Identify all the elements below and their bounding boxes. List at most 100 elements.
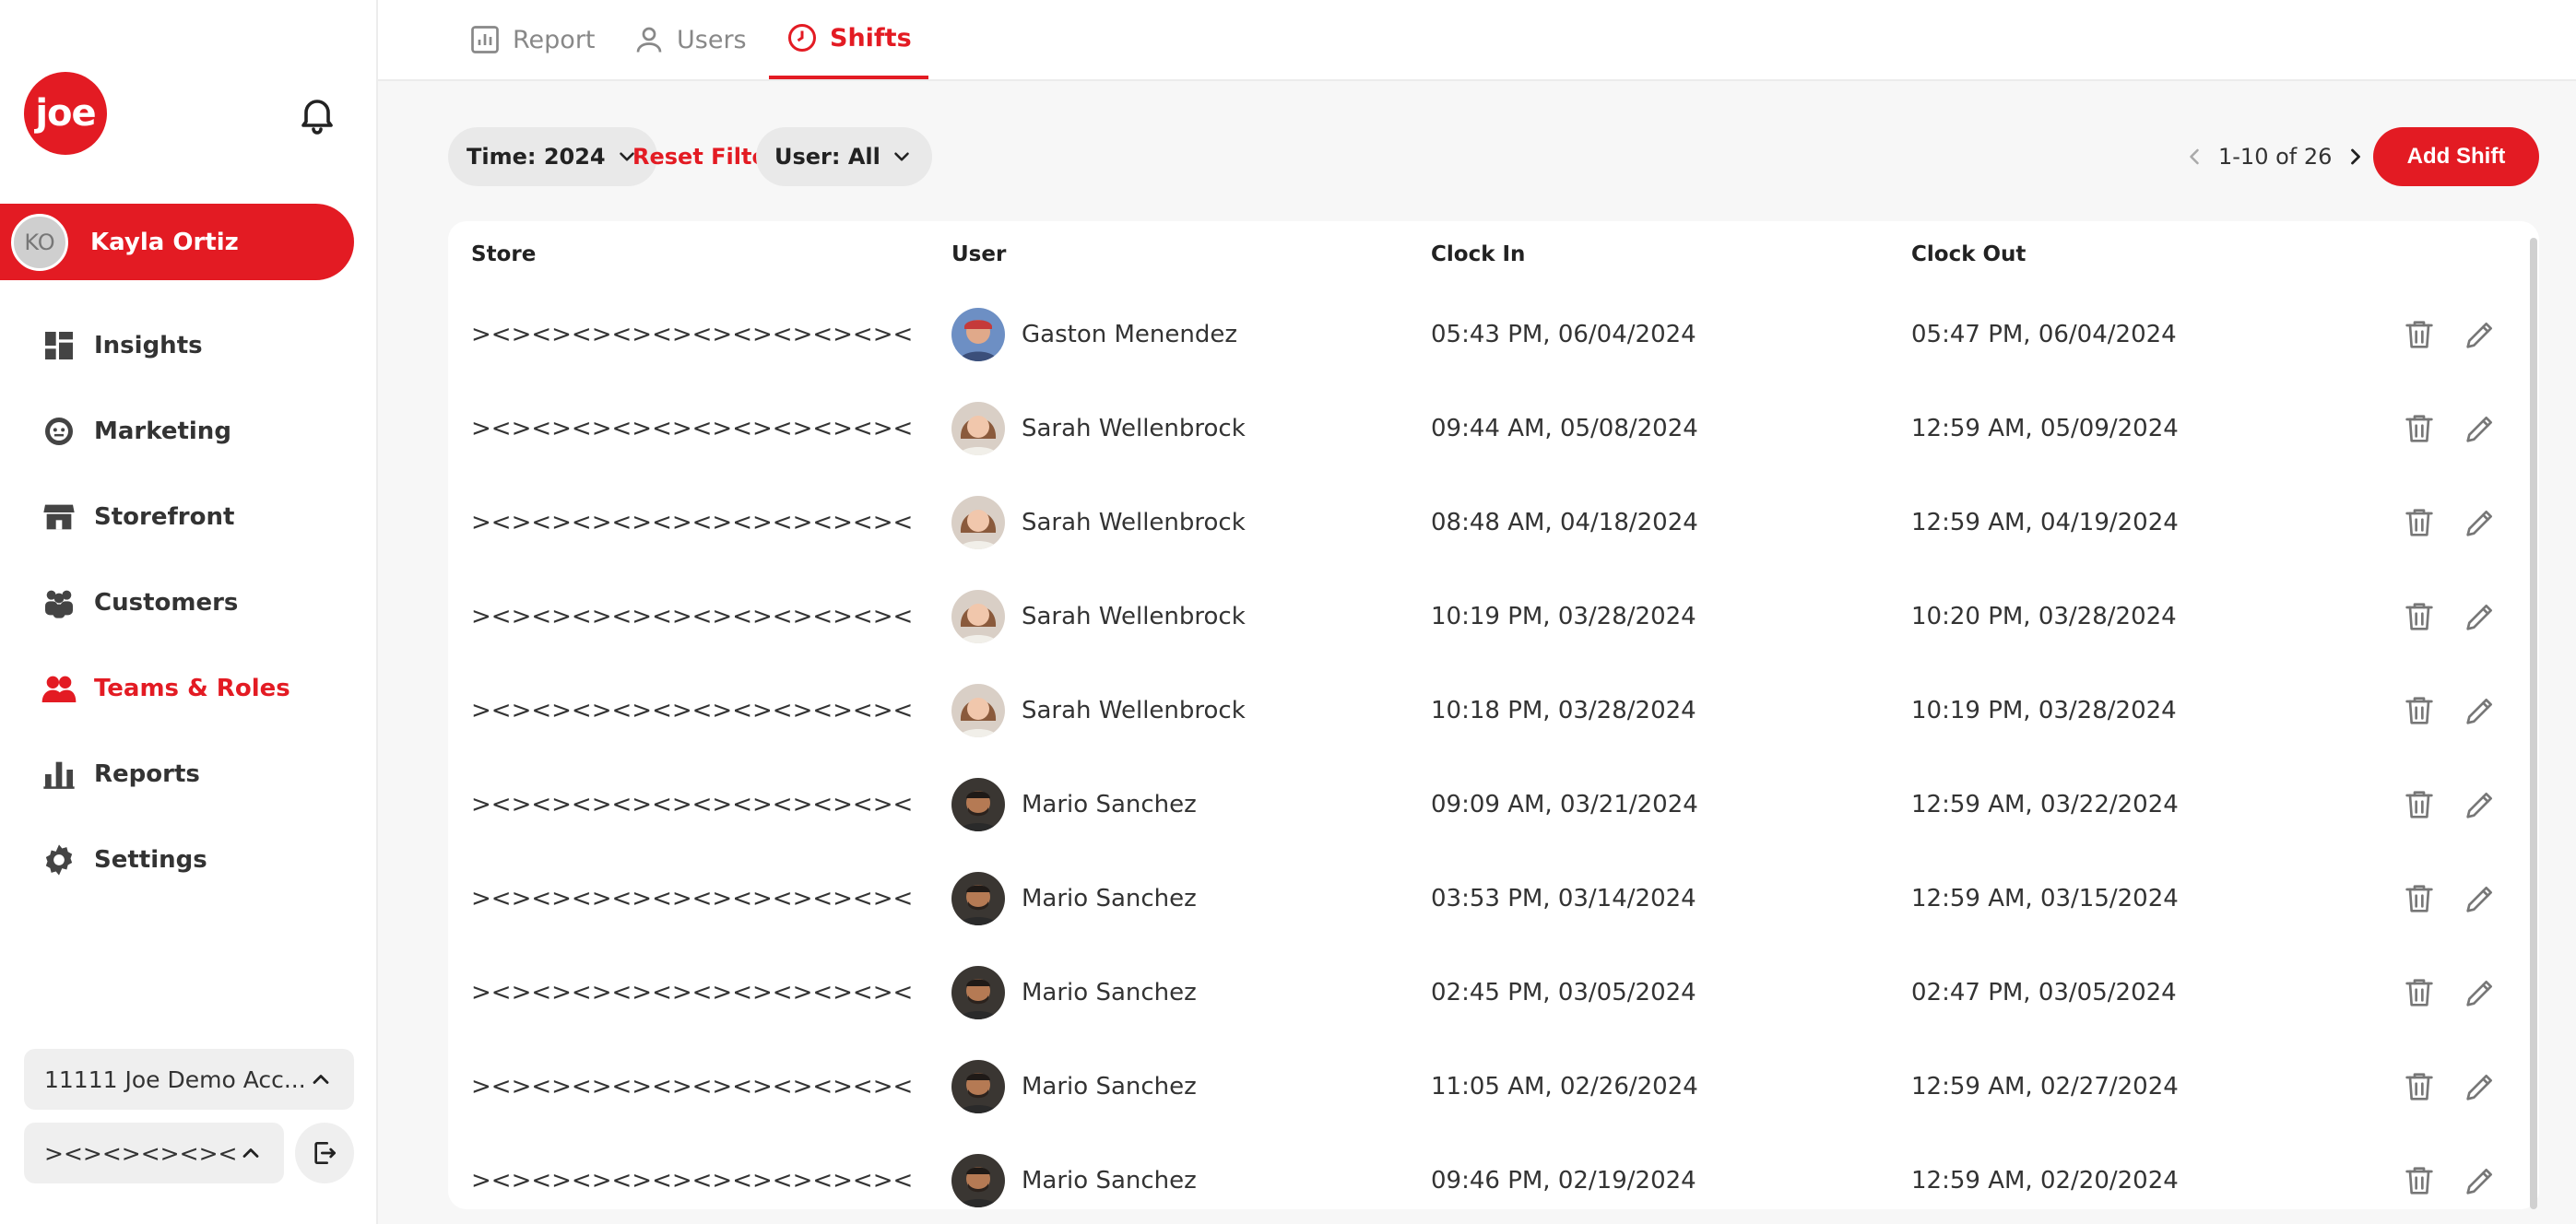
pencil-icon[interactable] [2462, 974, 2499, 1011]
sidebar-item-reports[interactable]: Reports [0, 731, 378, 817]
table-row[interactable]: ><><><><><><><><><><>< Mario Sanchez 11:05… [448, 1040, 2539, 1134]
user-cell: Mario Sanchez [951, 1134, 1197, 1209]
trash-icon[interactable] [2401, 504, 2438, 541]
bar-chart-icon [43, 761, 75, 789]
clock-out-cell: 10:19 PM, 03/28/2024 [1911, 697, 2177, 724]
sidebar-item-label: Marketing [94, 417, 231, 445]
chevron-left-icon [2190, 148, 2199, 165]
clock-in-cell: 10:18 PM, 03/28/2024 [1431, 697, 1696, 724]
add-shift-button[interactable]: Add Shift [2373, 127, 2539, 186]
trash-icon[interactable] [2401, 316, 2438, 353]
tab-label: Shifts [830, 23, 912, 53]
avatar [951, 1060, 1005, 1113]
clock-in-cell: 09:46 PM, 02/19/2024 [1431, 1167, 1696, 1195]
clock-out-cell: 12:59 AM, 02/27/2024 [1911, 1073, 2179, 1100]
avatar-initials: KO [24, 229, 55, 255]
sidebar-item-customers[interactable]: Customers [0, 559, 378, 645]
trash-icon[interactable] [2401, 880, 2438, 917]
bell-icon[interactable] [295, 92, 339, 136]
tab-shifts[interactable]: Shifts [769, 0, 928, 79]
trash-icon[interactable] [2401, 598, 2438, 635]
table-row[interactable]: ><><><><><><><><><><>< Sarah Wellenbrock 1… [448, 664, 2539, 758]
table-row[interactable]: ><><><><><><><><><><>< Gaston Menendez 05:… [448, 288, 2539, 382]
table-row[interactable]: ><><><><><><><><><><>< Mario Sanchez 09:09… [448, 758, 2539, 852]
store-cell: ><><><><><><><><><><>< [471, 885, 914, 912]
trash-icon[interactable] [2401, 410, 2438, 447]
clock-in-cell: 09:44 AM, 05/08/2024 [1431, 415, 1698, 442]
sidebar-item-settings[interactable]: Settings [0, 817, 378, 902]
user-profile-button[interactable]: KO Kayla Ortiz [0, 204, 354, 280]
tab-users[interactable]: Users [632, 0, 747, 79]
user-name: Sarah Wellenbrock [1022, 415, 1246, 442]
store-cell: ><><><><><><><><><><>< [471, 509, 914, 536]
user-cell: Mario Sanchez [951, 946, 1197, 1040]
sidebar-item-insights[interactable]: Insights [0, 302, 378, 388]
table-row[interactable]: ><><><><><><><><><><>< Mario Sanchez 03:53… [448, 852, 2539, 946]
clock-in-cell: 03:53 PM, 03/14/2024 [1431, 885, 1696, 912]
table-row[interactable]: ><><><><><><><><><><>< Sarah Wellenbrock 0… [448, 382, 2539, 476]
pencil-icon[interactable] [2462, 410, 2499, 447]
pencil-icon[interactable] [2462, 598, 2499, 635]
sidebar-nav: Insights Marketing Storefront Customers Team… [0, 302, 378, 902]
user-filter-label: User: All [774, 144, 880, 170]
clock-out-cell: 12:59 AM, 02/20/2024 [1911, 1167, 2179, 1195]
tab-label: Report [513, 25, 596, 54]
sidebar-item-teams-roles[interactable]: Teams & Roles [0, 645, 378, 731]
logout-icon [314, 1142, 336, 1164]
sidebar-item-storefront[interactable]: Storefront [0, 474, 378, 559]
user-name: Mario Sanchez [1022, 1073, 1197, 1100]
logout-button[interactable] [295, 1123, 354, 1183]
logo-text: joe [35, 92, 96, 135]
trash-icon[interactable] [2401, 1162, 2438, 1199]
prev-page-button[interactable] [2180, 142, 2209, 171]
avatar [951, 590, 1005, 643]
table-row[interactable]: ><><><><><><><><><><>< Mario Sanchez 09:46… [448, 1134, 2539, 1209]
user-cell: Sarah Wellenbrock [951, 570, 1246, 664]
pencil-icon[interactable] [2462, 504, 2499, 541]
store-cell: ><><><><><><><><><><>< [471, 1167, 914, 1195]
store-cell: ><><><><><><><><><><>< [471, 697, 914, 724]
clock-out-cell: 12:59 AM, 05/09/2024 [1911, 415, 2179, 442]
user-cell: Mario Sanchez [951, 1040, 1197, 1134]
trash-icon[interactable] [2401, 1068, 2438, 1105]
pencil-icon[interactable] [2462, 880, 2499, 917]
clock-in-cell: 08:48 AM, 04/18/2024 [1431, 509, 1698, 536]
store-cell: ><><><><><><><><><><>< [471, 979, 914, 1006]
store-selector-label: ><><><><><>... [44, 1139, 238, 1167]
user-name: Sarah Wellenbrock [1022, 603, 1246, 630]
user-filter-dropdown[interactable]: User: All [756, 127, 932, 186]
user-name: Mario Sanchez [1022, 791, 1197, 818]
user-name: Mario Sanchez [1022, 979, 1197, 1006]
column-header-user: User [951, 242, 1007, 266]
user-cell: Sarah Wellenbrock [951, 476, 1246, 570]
clock-out-cell: 02:47 PM, 03/05/2024 [1911, 979, 2177, 1006]
user-cell: Mario Sanchez [951, 758, 1197, 852]
joe-logo[interactable]: joe [24, 72, 107, 155]
trash-icon[interactable] [2401, 974, 2438, 1011]
table-row[interactable]: ><><><><><><><><><><>< Sarah Wellenbrock 0… [448, 476, 2539, 570]
next-page-button[interactable] [2341, 142, 2370, 171]
chevron-down-icon [894, 152, 909, 161]
time-filter-dropdown[interactable]: Time: 2024 [448, 127, 657, 186]
table-row[interactable]: ><><><><><><><><><><>< Sarah Wellenbrock 1… [448, 570, 2539, 664]
sidebar-item-marketing[interactable]: Marketing [0, 388, 378, 474]
table-header: Store User Clock In Clock Out [448, 221, 2539, 288]
pencil-icon[interactable] [2462, 316, 2499, 353]
store-selector[interactable]: ><><><><><>... [24, 1123, 284, 1183]
sidebar-item-label: Reports [94, 759, 200, 788]
trash-icon[interactable] [2401, 786, 2438, 823]
table-scrollbar[interactable] [2530, 238, 2537, 1209]
pencil-icon[interactable] [2462, 692, 2499, 729]
clock-in-cell: 11:05 AM, 02/26/2024 [1431, 1073, 1698, 1100]
trash-icon[interactable] [2401, 692, 2438, 729]
pencil-icon[interactable] [2462, 786, 2499, 823]
clock-out-cell: 12:59 AM, 03/22/2024 [1911, 791, 2179, 818]
account-selector[interactable]: 11111 Joe Demo Acc... [24, 1049, 354, 1110]
pencil-icon[interactable] [2462, 1162, 2499, 1199]
pencil-icon[interactable] [2462, 1068, 2499, 1105]
report-icon [471, 26, 499, 53]
sidebar: joe KO Kayla Ortiz Insights Marketing Stor… [0, 0, 378, 1224]
table-row[interactable]: ><><><><><><><><><><>< Mario Sanchez 02:45… [448, 946, 2539, 1040]
pagination-text: 1-10 of 26 [2218, 144, 2333, 170]
tab-report[interactable]: Report [468, 0, 596, 79]
